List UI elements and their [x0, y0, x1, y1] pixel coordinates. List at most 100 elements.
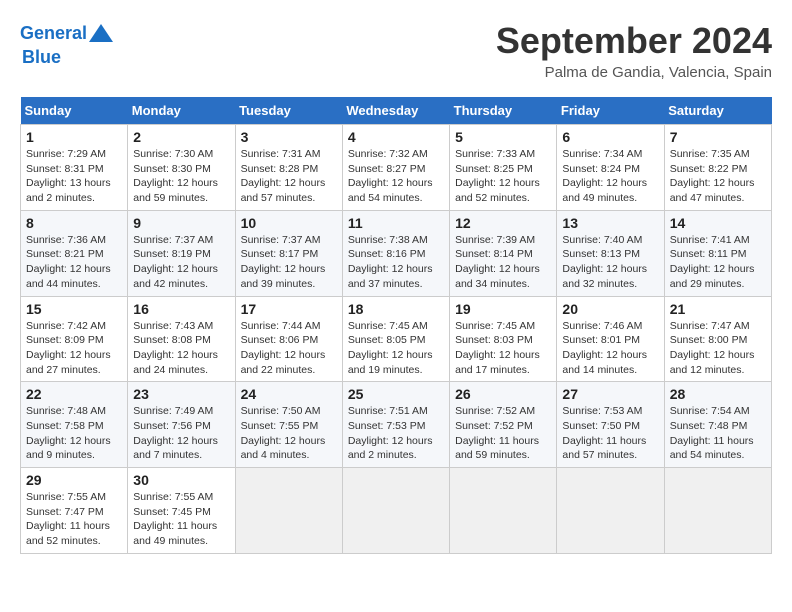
- calendar-cell: 8 Sunrise: 7:36 AM Sunset: 8:21 PM Daylig…: [21, 210, 128, 296]
- calendar-cell: 10 Sunrise: 7:37 AM Sunset: 8:17 PM Dayli…: [235, 210, 342, 296]
- calendar-table: SundayMondayTuesdayWednesdayThursdayFrid…: [20, 97, 772, 554]
- title-block: September 2024 Palma de Gandia, Valencia…: [496, 20, 772, 81]
- day-info: Sunrise: 7:30 AM Sunset: 8:30 PM Dayligh…: [133, 147, 229, 206]
- week-row-2: 8 Sunrise: 7:36 AM Sunset: 8:21 PM Daylig…: [21, 210, 772, 296]
- day-number: 18: [348, 301, 444, 317]
- calendar-cell: 19 Sunrise: 7:45 AM Sunset: 8:03 PM Dayli…: [450, 296, 557, 382]
- col-header-wednesday: Wednesday: [342, 97, 449, 125]
- week-row-4: 22 Sunrise: 7:48 AM Sunset: 7:58 PM Dayli…: [21, 382, 772, 468]
- calendar-cell: 5 Sunrise: 7:33 AM Sunset: 8:25 PM Daylig…: [450, 125, 557, 211]
- day-number: 15: [26, 301, 122, 317]
- calendar-cell: 4Sunrise: 7:32 AM Sunset: 8:27 PM Daylig…: [342, 125, 449, 211]
- day-info: Sunrise: 7:38 AM Sunset: 8:16 PM Dayligh…: [348, 233, 444, 292]
- day-number: 29: [26, 472, 122, 488]
- logo: General Blue: [20, 20, 115, 68]
- day-info: Sunrise: 7:55 AM Sunset: 7:47 PM Dayligh…: [26, 490, 122, 549]
- col-header-monday: Monday: [128, 97, 235, 125]
- day-info: Sunrise: 7:54 AM Sunset: 7:48 PM Dayligh…: [670, 404, 766, 463]
- col-header-thursday: Thursday: [450, 97, 557, 125]
- day-info: Sunrise: 7:29 AM Sunset: 8:31 PM Dayligh…: [26, 147, 122, 206]
- day-info: Sunrise: 7:41 AM Sunset: 8:11 PM Dayligh…: [670, 233, 766, 292]
- day-info: Sunrise: 7:37 AM Sunset: 8:17 PM Dayligh…: [241, 233, 337, 292]
- day-number: 10: [241, 215, 337, 231]
- day-info: Sunrise: 7:31 AM Sunset: 8:28 PM Dayligh…: [241, 147, 337, 206]
- calendar-cell: 23Sunrise: 7:49 AM Sunset: 7:56 PM Dayli…: [128, 382, 235, 468]
- day-number: 19: [455, 301, 551, 317]
- calendar-cell: 27 Sunrise: 7:53 AM Sunset: 7:50 PM Dayli…: [557, 382, 664, 468]
- col-header-saturday: Saturday: [664, 97, 771, 125]
- calendar-cell: 6 Sunrise: 7:34 AM Sunset: 8:24 PM Daylig…: [557, 125, 664, 211]
- day-info: Sunrise: 7:42 AM Sunset: 8:09 PM Dayligh…: [26, 319, 122, 378]
- day-number: 14: [670, 215, 766, 231]
- day-info: Sunrise: 7:46 AM Sunset: 8:01 PM Dayligh…: [562, 319, 658, 378]
- day-info: Sunrise: 7:35 AM Sunset: 8:22 PM Dayligh…: [670, 147, 766, 206]
- week-row-1: 1 Sunrise: 7:29 AM Sunset: 8:31 PM Daylig…: [21, 125, 772, 211]
- day-number: 5: [455, 129, 551, 145]
- day-info: Sunrise: 7:48 AM Sunset: 7:58 PM Dayligh…: [26, 404, 122, 463]
- col-header-tuesday: Tuesday: [235, 97, 342, 125]
- day-number: 26: [455, 386, 551, 402]
- day-info: Sunrise: 7:44 AM Sunset: 8:06 PM Dayligh…: [241, 319, 337, 378]
- day-info: Sunrise: 7:53 AM Sunset: 7:50 PM Dayligh…: [562, 404, 658, 463]
- week-row-3: 15 Sunrise: 7:42 AM Sunset: 8:09 PM Dayli…: [21, 296, 772, 382]
- day-info: Sunrise: 7:40 AM Sunset: 8:13 PM Dayligh…: [562, 233, 658, 292]
- day-number: 1: [26, 129, 122, 145]
- calendar-cell: 14 Sunrise: 7:41 AM Sunset: 8:11 PM Dayli…: [664, 210, 771, 296]
- calendar-cell: 15 Sunrise: 7:42 AM Sunset: 8:09 PM Dayli…: [21, 296, 128, 382]
- calendar-cell: 21 Sunrise: 7:47 AM Sunset: 8:00 PM Dayli…: [664, 296, 771, 382]
- col-header-sunday: Sunday: [21, 97, 128, 125]
- calendar-cell: 30 Sunrise: 7:55 AM Sunset: 7:45 PM Dayli…: [128, 468, 235, 554]
- day-number: 7: [670, 129, 766, 145]
- day-info: Sunrise: 7:34 AM Sunset: 8:24 PM Dayligh…: [562, 147, 658, 206]
- logo-blue-text: Blue: [22, 48, 61, 68]
- day-number: 21: [670, 301, 766, 317]
- calendar-cell: 9Sunrise: 7:37 AM Sunset: 8:19 PM Daylig…: [128, 210, 235, 296]
- day-info: Sunrise: 7:45 AM Sunset: 8:05 PM Dayligh…: [348, 319, 444, 378]
- calendar-cell: 20 Sunrise: 7:46 AM Sunset: 8:01 PM Dayli…: [557, 296, 664, 382]
- day-info: Sunrise: 7:39 AM Sunset: 8:14 PM Dayligh…: [455, 233, 551, 292]
- calendar-cell: 24Sunrise: 7:50 AM Sunset: 7:55 PM Dayli…: [235, 382, 342, 468]
- logo-icon: [87, 20, 115, 48]
- calendar-cell: 29 Sunrise: 7:55 AM Sunset: 7:47 PM Dayli…: [21, 468, 128, 554]
- logo-text: General: [20, 24, 87, 44]
- day-number: 3: [241, 129, 337, 145]
- day-info: Sunrise: 7:43 AM Sunset: 8:08 PM Dayligh…: [133, 319, 229, 378]
- day-number: 22: [26, 386, 122, 402]
- day-info: Sunrise: 7:33 AM Sunset: 8:25 PM Dayligh…: [455, 147, 551, 206]
- calendar-cell: 3 Sunrise: 7:31 AM Sunset: 8:28 PM Daylig…: [235, 125, 342, 211]
- day-info: Sunrise: 7:47 AM Sunset: 8:00 PM Dayligh…: [670, 319, 766, 378]
- day-info: Sunrise: 7:45 AM Sunset: 8:03 PM Dayligh…: [455, 319, 551, 378]
- calendar-cell: 12 Sunrise: 7:39 AM Sunset: 8:14 PM Dayli…: [450, 210, 557, 296]
- calendar-cell: 26Sunrise: 7:52 AM Sunset: 7:52 PM Dayli…: [450, 382, 557, 468]
- day-number: 2: [133, 129, 229, 145]
- calendar-cell: 25Sunrise: 7:51 AM Sunset: 7:53 PM Dayli…: [342, 382, 449, 468]
- calendar-cell: [557, 468, 664, 554]
- calendar-cell: 18 Sunrise: 7:45 AM Sunset: 8:05 PM Dayli…: [342, 296, 449, 382]
- day-number: 11: [348, 215, 444, 231]
- calendar-cell: [664, 468, 771, 554]
- calendar-cell: 22 Sunrise: 7:48 AM Sunset: 7:58 PM Dayli…: [21, 382, 128, 468]
- week-row-5: 29 Sunrise: 7:55 AM Sunset: 7:47 PM Dayli…: [21, 468, 772, 554]
- day-number: 16: [133, 301, 229, 317]
- page-header: General Blue September 2024 Palma de Gan…: [20, 20, 772, 81]
- day-number: 27: [562, 386, 658, 402]
- day-number: 28: [670, 386, 766, 402]
- day-number: 20: [562, 301, 658, 317]
- day-number: 4: [348, 129, 444, 145]
- calendar-cell: 7 Sunrise: 7:35 AM Sunset: 8:22 PM Daylig…: [664, 125, 771, 211]
- calendar-cell: [235, 468, 342, 554]
- calendar-cell: 28 Sunrise: 7:54 AM Sunset: 7:48 PM Dayli…: [664, 382, 771, 468]
- day-info: Sunrise: 7:37 AM Sunset: 8:19 PM Dayligh…: [133, 233, 229, 292]
- day-number: 12: [455, 215, 551, 231]
- day-info: Sunrise: 7:55 AM Sunset: 7:45 PM Dayligh…: [133, 490, 229, 549]
- day-number: 24: [241, 386, 337, 402]
- month-title: September 2024: [496, 20, 772, 62]
- calendar-cell: 13 Sunrise: 7:40 AM Sunset: 8:13 PM Dayli…: [557, 210, 664, 296]
- day-info: Sunrise: 7:36 AM Sunset: 8:21 PM Dayligh…: [26, 233, 122, 292]
- calendar-cell: 1 Sunrise: 7:29 AM Sunset: 8:31 PM Daylig…: [21, 125, 128, 211]
- day-number: 8: [26, 215, 122, 231]
- day-number: 13: [562, 215, 658, 231]
- day-number: 30: [133, 472, 229, 488]
- day-number: 6: [562, 129, 658, 145]
- calendar-cell: 2 Sunrise: 7:30 AM Sunset: 8:30 PM Daylig…: [128, 125, 235, 211]
